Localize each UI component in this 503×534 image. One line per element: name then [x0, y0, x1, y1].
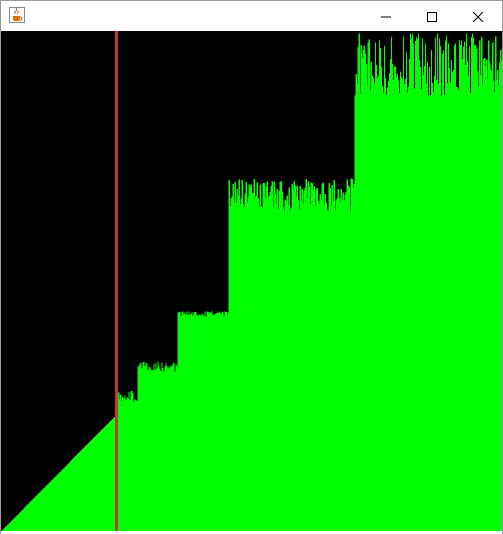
minimize-button[interactable]: [363, 1, 409, 31]
current-index-marker: [115, 31, 119, 532]
java-coffee-cup-icon[interactable]: [9, 7, 25, 23]
sort-visualization-bars: [1, 31, 502, 532]
app-window: [0, 0, 503, 534]
sort-visualization-canvas: [1, 31, 502, 532]
maximize-button[interactable]: [409, 1, 455, 31]
close-icon: [472, 7, 484, 26]
close-button[interactable]: [455, 1, 501, 31]
title-bar[interactable]: [1, 1, 502, 31]
value-bar: [501, 60, 502, 532]
minimize-icon: [381, 7, 391, 26]
maximize-icon: [427, 7, 437, 26]
